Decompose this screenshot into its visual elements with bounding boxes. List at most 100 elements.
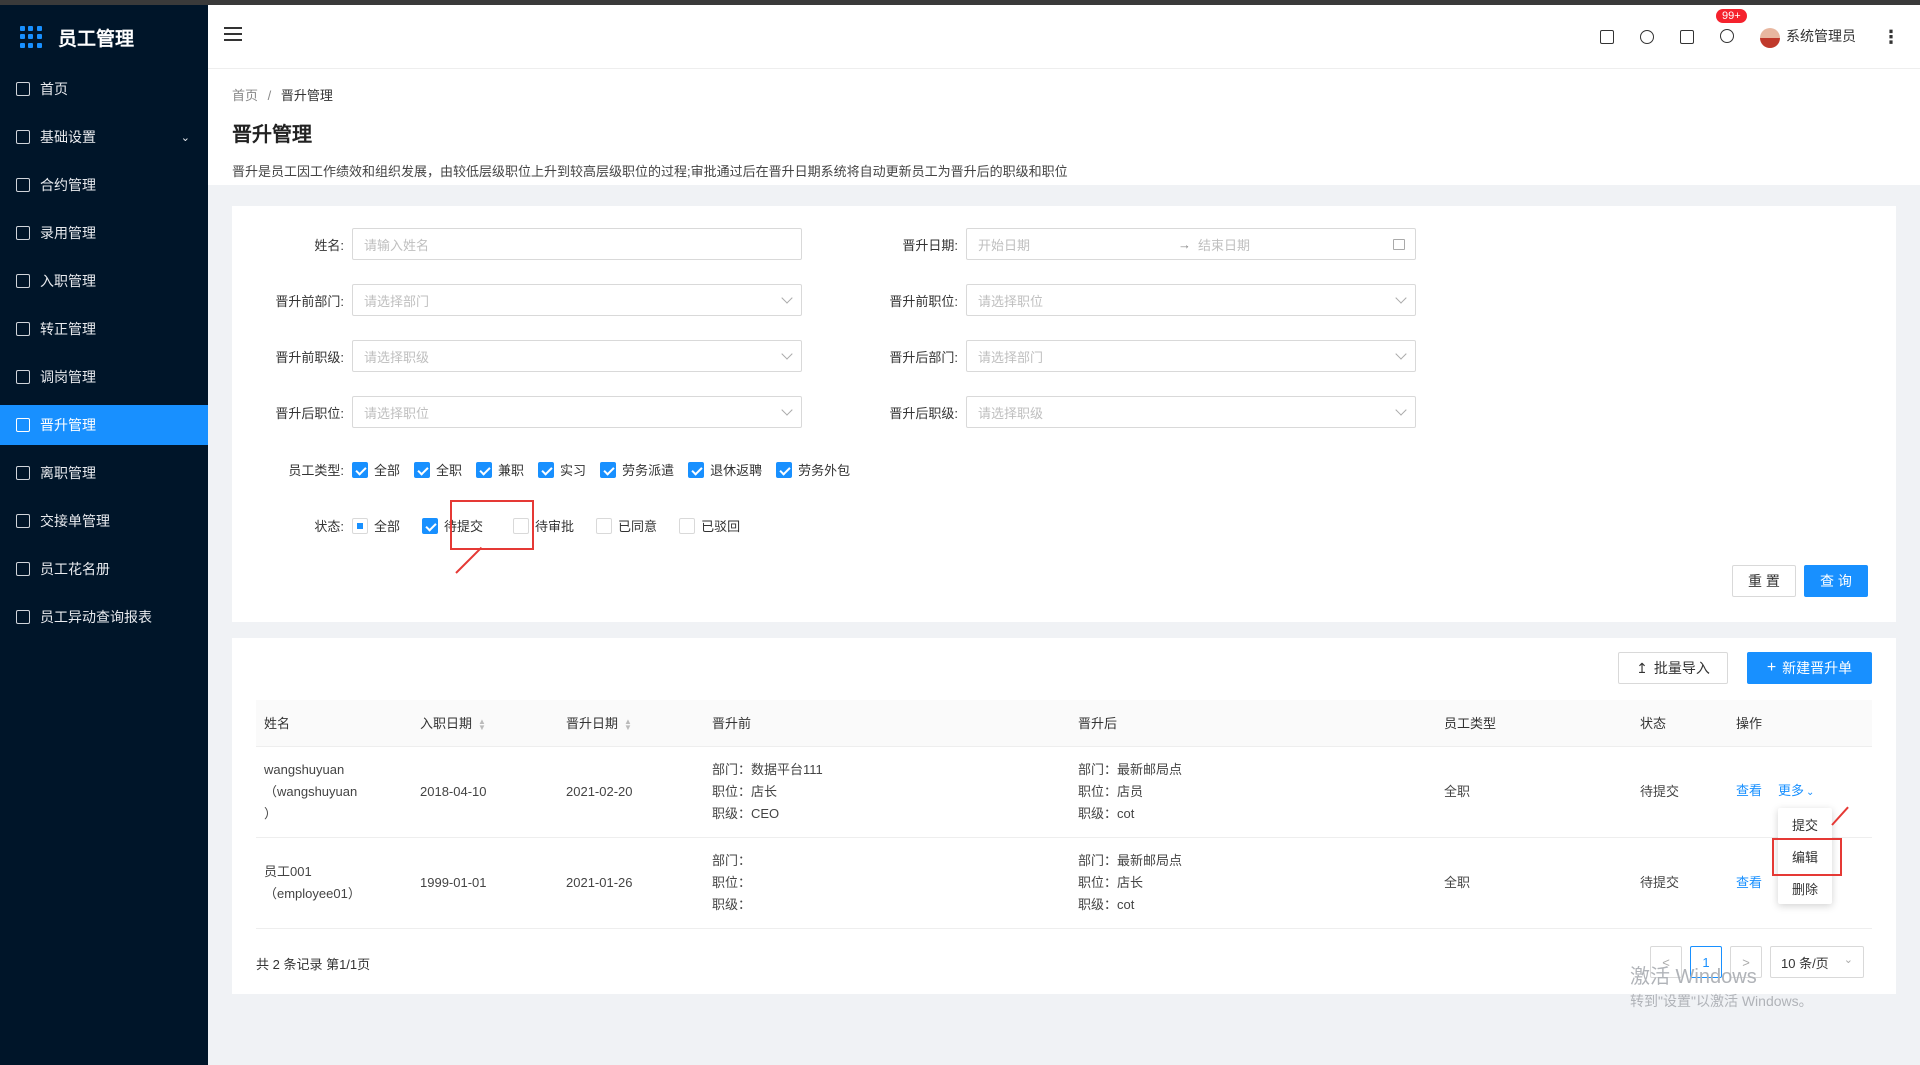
sidebar-item-hiring[interactable]: 录用管理 — [0, 213, 208, 253]
name-line: 员工001 — [264, 863, 312, 879]
sidebar-item-handover[interactable]: 交接单管理 — [0, 501, 208, 541]
name-placeholder: 请输入姓名 — [364, 237, 430, 253]
sidebar-item-onboarding[interactable]: 入职管理 — [0, 261, 208, 301]
table-header-row: 姓名 入职日期 ▲ ▼ 晋升日期 ▲ ▼ 晋升前 晋升后 员工类型 状态 操作 — [256, 700, 1872, 747]
chevron-down-icon — [1395, 292, 1407, 304]
plus-icon: + — [1766, 659, 1777, 676]
post-pos-label: 晋升后职位: — [275, 405, 344, 421]
promotion-table: 姓名 入职日期 ▲ ▼ 晋升日期 ▲ ▼ 晋升前 晋升后 员工类型 状态 操作 wang… — [256, 700, 1872, 929]
pre-pos-select[interactable]: 请选择职位 — [966, 284, 1416, 316]
home-icon — [16, 82, 30, 96]
date-arrow: → — [1178, 236, 1191, 252]
before-line: 职级： — [712, 896, 752, 912]
status-rejected-checkbox[interactable]: 已驳回 — [679, 516, 740, 535]
batch-import-button[interactable]: ↥ 批量导入 — [1618, 652, 1728, 684]
reset-button[interactable]: 重 置 — [1732, 565, 1796, 597]
name-label: 姓名: — [314, 237, 344, 253]
pre-dept-placeholder: 请选择部门 — [364, 293, 430, 309]
emp-type-rehire-checkbox[interactable]: 退休返聘 — [688, 460, 762, 479]
sidebar-item-regularization[interactable]: 转正管理 — [0, 309, 208, 349]
before-line: 职位： — [712, 874, 752, 890]
emp-type-all-checkbox[interactable]: 全部 — [352, 460, 400, 479]
sidebar-item-change-report[interactable]: 员工异动查询报表 — [0, 597, 208, 637]
filter-row-emp-type: 员工类型: 全部 全职 兼职 实习 劳务派遣 退休返聘 劳务外包 — [232, 460, 864, 479]
pre-dept-select[interactable]: 请选择部门 — [352, 284, 802, 316]
sidebar-item-label: 合约管理 — [40, 177, 96, 193]
more-vertical-icon[interactable]: ⋮ — [1882, 27, 1900, 48]
menu-fold-icon[interactable] — [224, 27, 242, 43]
query-button[interactable]: 查 询 — [1804, 565, 1868, 597]
column-header-status: 状态 — [1632, 700, 1728, 747]
before-line: 职级：CEO — [712, 805, 780, 821]
home-icon[interactable] — [1600, 30, 1614, 44]
after-line: 职级：cot — [1078, 805, 1135, 821]
sidebar-item-contract[interactable]: 合约管理 — [0, 165, 208, 205]
sidebar-item-label: 录用管理 — [40, 225, 96, 241]
cell-hire-date: 2018-04-10 — [412, 746, 558, 838]
more-link[interactable]: 更多 ⌄ — [1778, 783, 1814, 798]
pre-level-select[interactable]: 请选择职级 — [352, 340, 802, 372]
emp-type-fulltime-checkbox[interactable]: 全职 — [414, 460, 462, 479]
sidebar-item-basic-settings[interactable]: 基础设置 ⌄ — [0, 117, 208, 157]
view-link[interactable]: 查看 — [1736, 783, 1762, 798]
checkbox-label: 退休返聘 — [710, 463, 763, 478]
user-name: 系统管理员 — [1786, 28, 1856, 45]
emp-type-outsourcing-checkbox[interactable]: 劳务外包 — [776, 460, 850, 479]
help-icon[interactable] — [1640, 30, 1654, 44]
checkbox-label: 全部 — [374, 519, 401, 534]
post-pos-select[interactable]: 请选择职位 — [352, 396, 802, 428]
column-header-hire-date[interactable]: 入职日期 ▲ ▼ — [412, 700, 558, 747]
post-pos-placeholder: 请选择职位 — [364, 405, 430, 421]
post-dept-placeholder: 请选择部门 — [978, 349, 1044, 365]
query-label: 查 询 — [1820, 573, 1852, 589]
chevron-down-icon: ⌄ — [180, 131, 190, 144]
menu-item-delete[interactable]: 删除 — [1778, 872, 1832, 904]
sidebar-item-resignation[interactable]: 离职管理 — [0, 453, 208, 493]
emp-type-intern-checkbox[interactable]: 实习 — [538, 460, 586, 479]
filter-row-post-level: 晋升后职级: 请选择职级 — [846, 396, 1416, 428]
post-dept-select[interactable]: 请选择部门 — [966, 340, 1416, 372]
apps-icon[interactable] — [1680, 30, 1694, 44]
filter-row-pre-pos: 晋升前职位: 请选择职位 — [846, 284, 1416, 316]
user-menu[interactable]: 系统管理员 — [1760, 26, 1856, 48]
grid-logo-icon — [20, 26, 42, 48]
sidebar-item-roster[interactable]: 员工花名册 — [0, 549, 208, 589]
status-all-checkbox[interactable]: 全部 — [352, 516, 400, 535]
view-link[interactable]: 查看 — [1736, 875, 1762, 890]
cell-status: 待提交 — [1632, 746, 1728, 838]
emp-type-parttime-checkbox[interactable]: 兼职 — [476, 460, 524, 479]
cell-after: 部门：最新邮局点 职位：店长 职级：cot — [1070, 837, 1436, 929]
new-promotion-label: 新建晋升单 — [1782, 660, 1853, 676]
menu-item-submit[interactable]: 提交 — [1778, 808, 1832, 840]
date-range-picker[interactable]: 开始日期 → 结束日期 — [966, 228, 1416, 260]
emp-type-label: 员工类型: — [288, 463, 344, 478]
pre-pos-placeholder: 请选择职位 — [978, 293, 1044, 309]
sidebar-item-promotion[interactable]: 晋升管理 — [0, 405, 208, 445]
name-input[interactable]: 请输入姓名 — [352, 228, 802, 260]
emp-type-dispatch-checkbox[interactable]: 劳务派遣 — [600, 460, 674, 479]
app-logo[interactable]: 员工管理 — [0, 5, 208, 69]
mail-icon — [16, 130, 30, 144]
chevron-down-icon — [781, 292, 793, 304]
post-level-label: 晋升后职级: — [889, 405, 958, 421]
status-approved-checkbox[interactable]: 已同意 — [596, 516, 657, 535]
windows-activation-watermark: 激活 Windows 转到"设置"以激活 Windows。 — [1630, 960, 1813, 1011]
sidebar-item-label: 交接单管理 — [40, 513, 110, 529]
notification-bell[interactable]: 99+ — [1716, 8, 1747, 46]
breadcrumb-home[interactable]: 首页 — [232, 88, 258, 103]
new-promotion-button[interactable]: + 新建晋升单 — [1747, 652, 1872, 684]
table-row: 员工001 （employee01） 1999-01-01 2021-01-26 … — [256, 837, 1872, 929]
watermark-line1: 激活 Windows — [1630, 966, 1757, 988]
sidebar-item-label: 转正管理 — [40, 321, 96, 337]
sidebar-item-home[interactable]: 首页 — [0, 69, 208, 109]
cell-type: 全职 — [1436, 837, 1632, 929]
post-level-select[interactable]: 请选择职级 — [966, 396, 1416, 428]
filter-row-pre-dept: 晋升前部门: 请选择部门 — [232, 284, 802, 316]
column-header-promo-date[interactable]: 晋升日期 ▲ ▼ — [558, 700, 704, 747]
bell-icon — [1720, 28, 1734, 43]
sidebar-item-transfer[interactable]: 调岗管理 — [0, 357, 208, 397]
after-line: 职级：cot — [1078, 896, 1135, 912]
pagination-summary: 共 2 条记录 第1/1页 — [256, 957, 371, 972]
document-icon — [16, 418, 30, 432]
before-line: 职位：店长 — [712, 783, 778, 799]
